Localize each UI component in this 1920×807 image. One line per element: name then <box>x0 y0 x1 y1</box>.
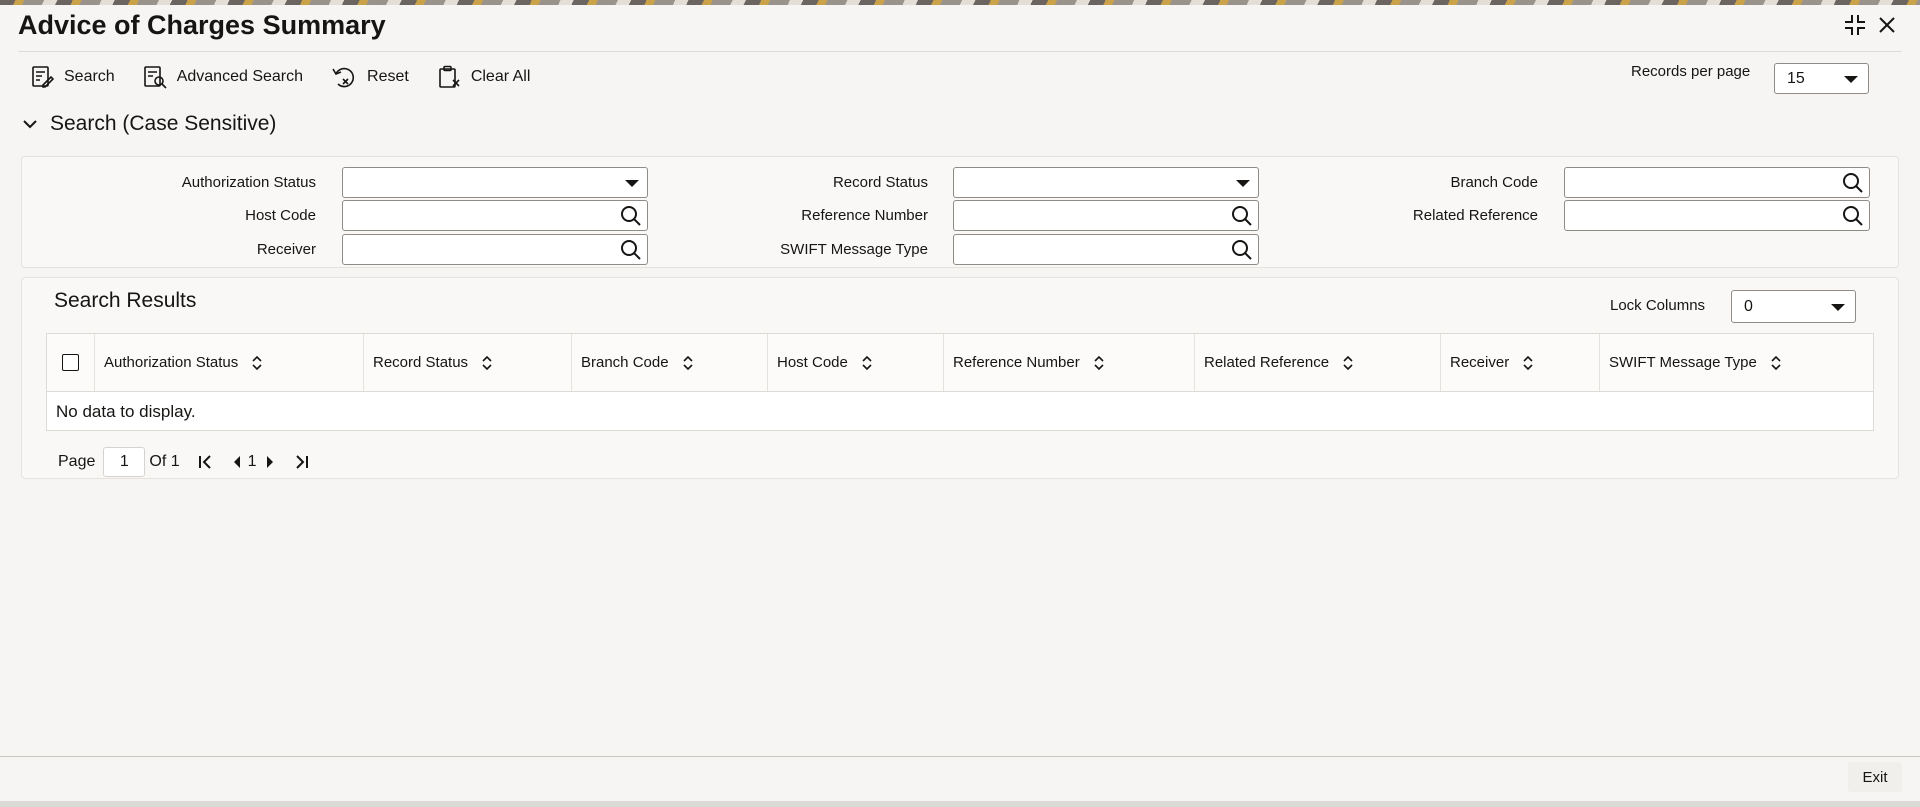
sort-icon[interactable] <box>1771 355 1781 370</box>
column-header-host-code[interactable]: Host Code <box>768 334 944 391</box>
records-per-page-value: 15 <box>1787 69 1805 87</box>
select-all-cell <box>47 334 95 391</box>
column-header-record-status[interactable]: Record Status <box>364 334 572 391</box>
column-header-label: Receiver <box>1450 354 1510 371</box>
bottom-strip <box>0 801 1920 807</box>
search-icon[interactable] <box>1842 205 1864 232</box>
advanced-search-button[interactable]: Advanced Search <box>143 65 303 89</box>
authorization-status-select[interactable] <box>342 167 648 198</box>
column-header-label: Authorization Status <box>104 354 239 371</box>
pagination: Page 1 Of 1 1 <box>58 447 309 477</box>
reset-button[interactable]: Reset <box>331 65 409 89</box>
authorization-status-label: Authorization Status <box>181 174 316 191</box>
lock-columns-value: 0 <box>1744 297 1753 315</box>
chevron-down-icon <box>1236 180 1250 187</box>
search-icon[interactable] <box>1231 239 1253 266</box>
column-header-reference-number[interactable]: Reference Number <box>944 334 1195 391</box>
column-header-authorization-status[interactable]: Authorization Status <box>95 334 364 391</box>
search-icon[interactable] <box>1842 172 1864 199</box>
search-button[interactable]: Search <box>30 65 115 89</box>
footer-divider <box>0 756 1920 757</box>
first-page-icon[interactable] <box>198 454 214 470</box>
sort-icon[interactable] <box>482 355 492 370</box>
related-reference-input[interactable] <box>1564 200 1870 231</box>
sort-icon[interactable] <box>1094 355 1104 370</box>
chevron-down-icon <box>1831 303 1845 311</box>
decorative-banner <box>0 0 1920 5</box>
page-number-value: 1 <box>119 453 129 470</box>
column-header-label: Host Code <box>777 354 848 371</box>
sort-icon[interactable] <box>1523 355 1533 370</box>
receiver-input[interactable] <box>342 234 648 265</box>
collapse-icon[interactable] <box>1842 12 1868 38</box>
sort-icon[interactable] <box>1343 355 1353 370</box>
reference-number-label: Reference Number <box>801 207 928 224</box>
results-table: Authorization Status Record Status Branc… <box>46 333 1874 431</box>
toolbar: Search Advanced Search Reset Clear All <box>30 62 558 92</box>
advanced-search-button-label: Advanced Search <box>176 68 304 85</box>
column-header-label: Record Status <box>373 354 469 371</box>
empty-table-message: No data to display. <box>56 402 196 421</box>
column-header-label: Related Reference <box>1204 354 1330 371</box>
column-header-swift-message-type[interactable]: SWIFT Message Type <box>1600 334 1873 391</box>
clear-all-icon <box>439 65 460 88</box>
reset-icon <box>332 67 355 88</box>
column-header-label: Reference Number <box>953 354 1080 371</box>
records-per-page-label: Records per page <box>1631 63 1751 80</box>
sort-icon[interactable] <box>252 355 262 370</box>
chevron-down-icon <box>1844 75 1858 83</box>
close-icon[interactable] <box>1874 12 1900 38</box>
table-header: Authorization Status Record Status Branc… <box>47 334 1873 392</box>
swift-message-type-input[interactable] <box>953 234 1259 265</box>
sort-icon[interactable] <box>862 355 872 370</box>
divider <box>18 51 1902 52</box>
host-code-label: Host Code <box>245 207 316 224</box>
branch-code-input[interactable] <box>1564 167 1870 198</box>
search-button-label: Search <box>64 68 115 85</box>
search-icon[interactable] <box>620 239 642 266</box>
column-header-branch-code[interactable]: Branch Code <box>572 334 768 391</box>
search-section-title: Search (Case Sensitive) <box>50 112 277 135</box>
page-count-label: Of 1 <box>149 453 180 470</box>
column-header-related-reference[interactable]: Related Reference <box>1195 334 1441 391</box>
clear-all-button-label: Clear All <box>470 68 531 85</box>
column-header-receiver[interactable]: Receiver <box>1441 334 1600 391</box>
lock-columns-select[interactable]: 0 <box>1731 290 1856 323</box>
search-icon[interactable] <box>1231 205 1253 232</box>
search-results-title: Search Results <box>54 289 197 312</box>
current-page-number[interactable]: 1 <box>248 453 257 471</box>
swift-message-type-label: SWIFT Message Type <box>780 241 928 258</box>
related-reference-label: Related Reference <box>1412 207 1538 224</box>
last-page-icon[interactable] <box>293 454 309 470</box>
select-all-checkbox[interactable] <box>62 354 79 371</box>
advanced-search-icon <box>143 66 167 89</box>
search-section-toggle[interactable]: Search (Case Sensitive) <box>22 112 276 136</box>
search-form-icon <box>32 66 54 88</box>
lock-columns-label: Lock Columns <box>1610 297 1706 314</box>
search-icon[interactable] <box>620 205 642 232</box>
column-header-label: Branch Code <box>581 354 669 371</box>
previous-page-icon[interactable] <box>232 455 242 469</box>
record-status-label: Record Status <box>832 174 928 191</box>
page-label: Page <box>58 453 96 470</box>
records-per-page-select[interactable]: 15 <box>1774 63 1869 94</box>
reference-number-input[interactable] <box>953 200 1259 231</box>
host-code-input[interactable] <box>342 200 648 231</box>
chevron-down-icon <box>625 180 639 187</box>
record-status-select[interactable] <box>953 167 1259 198</box>
reset-button-label: Reset <box>367 68 409 85</box>
chevron-down-icon <box>23 120 37 129</box>
next-page-icon[interactable] <box>265 455 275 469</box>
page-title: Advice of Charges Summary <box>18 10 386 40</box>
branch-code-label: Branch Code <box>1450 174 1538 191</box>
sort-icon[interactable] <box>682 355 693 370</box>
column-header-label: SWIFT Message Type <box>1609 354 1757 371</box>
clear-all-button[interactable]: Clear All <box>437 65 531 89</box>
page-number-input[interactable]: 1 <box>103 447 146 477</box>
receiver-label: Receiver <box>256 241 316 258</box>
exit-button[interactable]: Exit <box>1848 762 1902 792</box>
